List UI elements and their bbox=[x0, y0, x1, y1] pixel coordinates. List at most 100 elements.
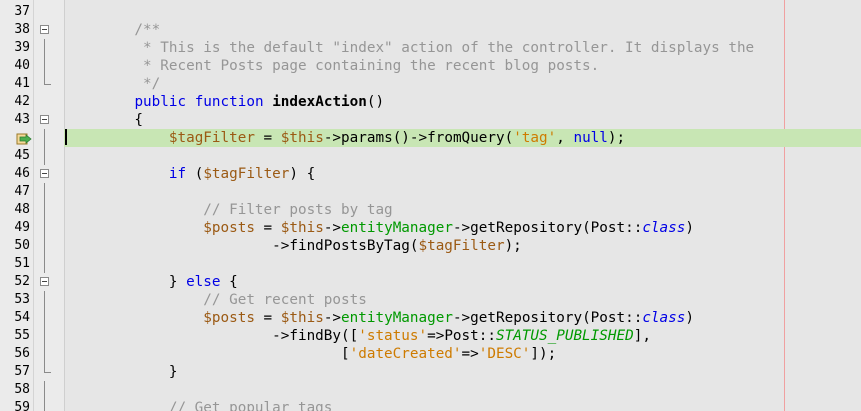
code-line[interactable]: 49 $posts = $this->entityManager->getRep… bbox=[0, 219, 861, 237]
code-token: entityManager bbox=[341, 220, 453, 236]
code-token: $this bbox=[280, 310, 324, 326]
code-token: ); bbox=[504, 238, 522, 254]
fold-toggle-icon[interactable] bbox=[40, 277, 49, 286]
code-line[interactable]: 52 } else { bbox=[0, 273, 861, 291]
code-line[interactable]: 50 ->findPostsByTag($tagFilter); bbox=[0, 237, 861, 255]
code-text: ['dateCreated'=>'DESC']); bbox=[100, 345, 556, 363]
code-token: ) bbox=[685, 220, 694, 236]
code-token: 'status' bbox=[358, 328, 428, 344]
code-line[interactable]: 38 /** bbox=[0, 21, 861, 39]
code-token: * This is the default "index" action of … bbox=[100, 40, 755, 56]
code-token: ->findPostsByTag( bbox=[100, 238, 419, 254]
line-number: 38 bbox=[14, 22, 30, 37]
code-token: () bbox=[366, 94, 385, 110]
code-line[interactable]: 45 bbox=[0, 147, 861, 165]
code-line[interactable]: 39 * This is the default "index" action … bbox=[0, 39, 861, 57]
current-line-arrow-icon bbox=[16, 133, 32, 145]
code-line[interactable]: 54 $posts = $this->entityManager->getRep… bbox=[0, 309, 861, 327]
line-number: 43 bbox=[14, 112, 30, 127]
code-token: // Filter posts by tag bbox=[100, 202, 393, 218]
code-line[interactable]: 56 ['dateCreated'=>'DESC']); bbox=[0, 345, 861, 363]
code-line[interactable]: 40 * Recent Posts page containing the re… bbox=[0, 57, 861, 75]
code-line[interactable]: 51 bbox=[0, 255, 861, 273]
code-token: } bbox=[100, 364, 178, 380]
code-token: $posts bbox=[203, 220, 255, 236]
code-token: -> bbox=[323, 220, 342, 236]
code-text: // Get recent posts bbox=[100, 291, 367, 309]
code-text: public function indexAction() bbox=[100, 93, 384, 111]
line-number: 59 bbox=[14, 400, 30, 411]
fold-toggle-icon[interactable] bbox=[40, 115, 49, 124]
code-line[interactable]: 41 */ bbox=[0, 75, 861, 93]
code-token: $tagFilter bbox=[168, 130, 255, 146]
code-token: , bbox=[556, 130, 574, 146]
code-token: ( bbox=[186, 166, 204, 182]
code-text: * Recent Posts page containing the recen… bbox=[100, 57, 599, 75]
fold-guide-line bbox=[44, 219, 45, 237]
fold-guide-line bbox=[44, 237, 45, 255]
fold-end-marker bbox=[44, 363, 51, 373]
code-token: if bbox=[168, 166, 187, 182]
code-token: ) bbox=[685, 310, 694, 326]
current-line[interactable]: $tagFilter = $this->params()->fromQuery(… bbox=[44, 129, 861, 147]
fold-guide-line bbox=[44, 57, 45, 75]
text-caret bbox=[65, 129, 67, 145]
code-token: [ bbox=[100, 346, 350, 362]
line-number: 39 bbox=[14, 40, 30, 55]
code-line[interactable]: 58 bbox=[0, 381, 861, 399]
fold-guide-line bbox=[44, 327, 45, 345]
code-token: } bbox=[100, 274, 187, 290]
code-line[interactable]: 43 { bbox=[0, 111, 861, 129]
code-line[interactable]: 53 // Get recent posts bbox=[0, 291, 861, 309]
line-number: 42 bbox=[14, 94, 30, 109]
code-line[interactable]: 55 ->findBy(['status'=>Post::STATUS_PUBL… bbox=[0, 327, 861, 345]
line-number: 40 bbox=[14, 58, 30, 73]
code-token: = bbox=[254, 310, 281, 326]
fold-guide-line bbox=[44, 201, 45, 219]
code-token: $tagFilter bbox=[203, 166, 290, 182]
code-token: // Get popular tags bbox=[100, 400, 333, 411]
line-number: 41 bbox=[14, 76, 30, 91]
code-line[interactable]: 57 } bbox=[0, 363, 861, 381]
code-text: /** bbox=[100, 21, 160, 39]
code-token: ->getRepository(Post:: bbox=[452, 310, 643, 326]
line-number: 47 bbox=[14, 184, 30, 199]
code-token: $this bbox=[280, 220, 324, 236]
fold-toggle-icon[interactable] bbox=[40, 169, 49, 178]
code-line[interactable]: 42 public function indexAction() bbox=[0, 93, 861, 111]
line-number: 46 bbox=[14, 166, 30, 181]
code-line[interactable]: 37 bbox=[0, 3, 861, 21]
code-text: */ bbox=[100, 75, 160, 93]
code-text: ->findPostsByTag($tagFilter); bbox=[100, 237, 522, 255]
line-number: 57 bbox=[14, 364, 30, 379]
code-text: * This is the default "index" action of … bbox=[100, 39, 754, 57]
fold-guide-line bbox=[44, 291, 45, 309]
code-token: { bbox=[100, 112, 144, 128]
code-text: ->findBy(['status'=>Post::STATUS_PUBLISH… bbox=[100, 327, 651, 345]
line-number: 37 bbox=[14, 4, 30, 19]
fold-guide-line bbox=[44, 381, 45, 399]
code-token: ) { bbox=[289, 166, 316, 182]
code-token: */ bbox=[100, 76, 161, 92]
code-line[interactable]: 59 // Get popular tags bbox=[0, 399, 861, 411]
line-number: 56 bbox=[14, 346, 30, 361]
code-line[interactable]: 46 if ($tagFilter) { bbox=[0, 165, 861, 183]
line-number: 50 bbox=[14, 238, 30, 253]
fold-end-marker bbox=[44, 75, 51, 85]
fold-toggle-icon[interactable] bbox=[40, 25, 49, 34]
code-line[interactable]: 47 bbox=[0, 183, 861, 201]
fold-guide-line bbox=[44, 399, 45, 411]
fold-guide-line bbox=[44, 147, 45, 165]
code-editor[interactable]: 37 38 /** 39 * This is the default "index"… bbox=[0, 0, 861, 411]
line-number: 49 bbox=[14, 220, 30, 235]
code-token: STATUS_PUBLISHED bbox=[495, 328, 634, 344]
code-token: =>Post:: bbox=[427, 328, 496, 344]
code-token: ); bbox=[607, 130, 626, 146]
code-line[interactable]: 48 // Filter posts by tag bbox=[0, 201, 861, 219]
code-text: // Filter posts by tag bbox=[100, 201, 393, 219]
line-number: 52 bbox=[14, 274, 30, 289]
